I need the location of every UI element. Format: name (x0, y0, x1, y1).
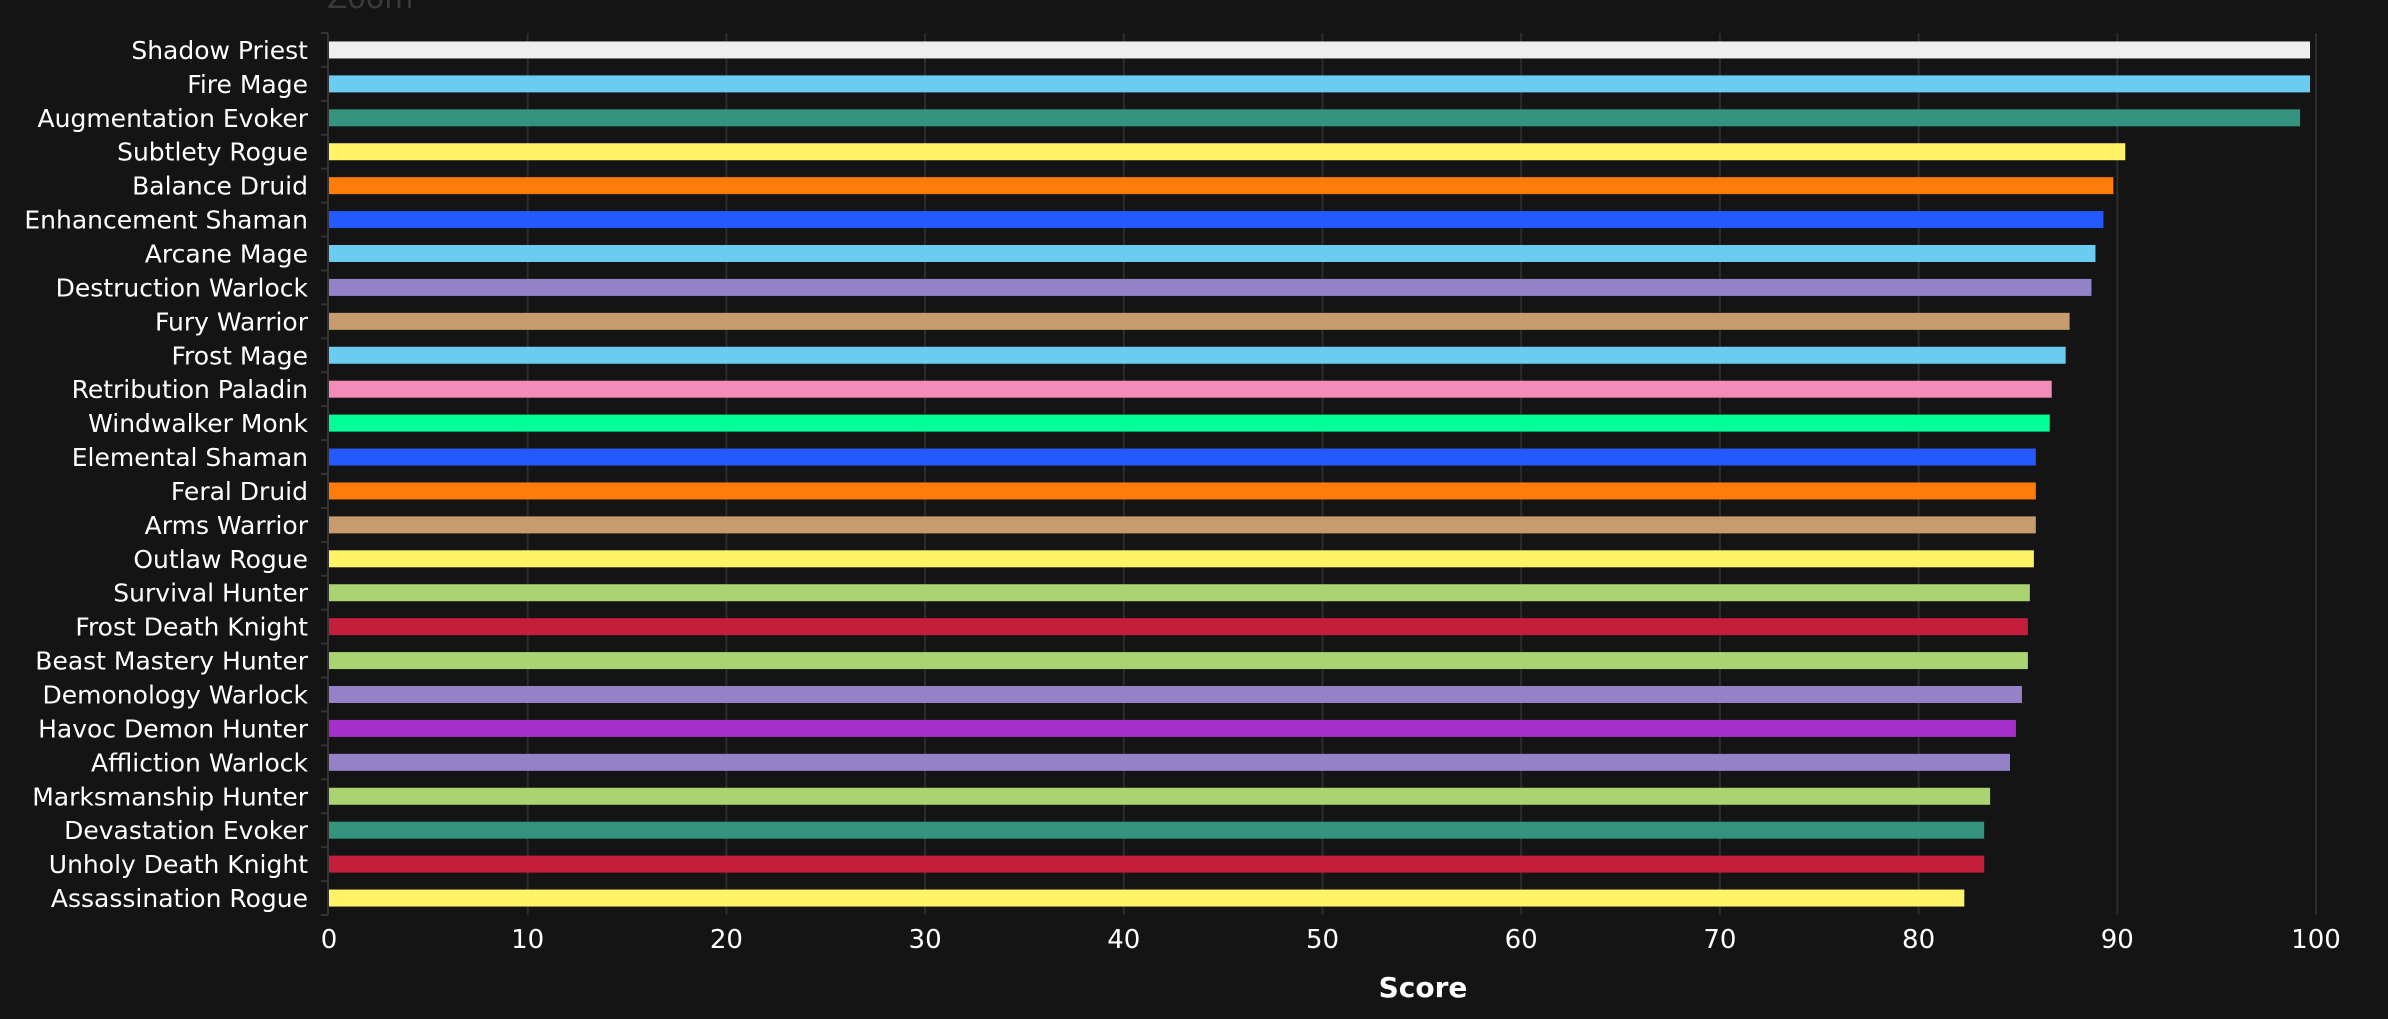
bar-fire-mage (329, 75, 2311, 93)
bar-augmentation-evoker (329, 109, 2301, 127)
y-category-label: Beast Mastery Hunter (35, 647, 308, 676)
y-category-label: Fire Mage (187, 70, 308, 99)
bar-balance-druid (329, 177, 2114, 195)
y-axis: Shadow Priest Fire Mage Augmentation Evoke… (24, 32, 329, 916)
y-category-label: Devastation Evoker (64, 816, 309, 845)
y-category-label: Augmentation Evoker (38, 104, 309, 133)
bar-elemental-shaman (329, 448, 2036, 466)
y-category-label: Elemental Shaman (72, 443, 308, 472)
bar-retribution-paladin (329, 380, 2052, 398)
y-category-label: Frost Death Knight (75, 613, 308, 642)
y-category-label: Assassination Rogue (51, 884, 308, 913)
y-category-label: Frost Mage (172, 341, 309, 370)
bar-frost-death-knight (329, 618, 2028, 636)
bar-assassination-rogue (329, 889, 1965, 907)
bar-enhancement-shaman (329, 211, 2104, 229)
y-category-label: Affliction Warlock (91, 748, 309, 777)
x-tick-label: 10 (511, 925, 544, 955)
y-category-label: Marksmanship Hunter (32, 782, 308, 811)
bar-fury-warrior (329, 312, 2070, 330)
y-category-label: Destruction Warlock (56, 273, 309, 302)
bar-arcane-mage (329, 245, 2096, 262)
y-category-label: Unholy Death Knight (49, 850, 308, 879)
x-tick-label: 0 (321, 925, 338, 955)
x-tick-label: 80 (1902, 925, 1935, 955)
bar-shadow-priest (329, 41, 2311, 59)
bar-devastation-evoker (329, 821, 1985, 839)
bars (329, 41, 2311, 907)
bar-subtlety-rogue (329, 143, 2126, 161)
y-category-label: Balance Druid (132, 172, 308, 201)
bar-survival-hunter (329, 584, 2030, 602)
x-tick-label: 60 (1505, 925, 1538, 955)
bar-destruction-warlock (329, 278, 2092, 296)
x-tick-label: 90 (2101, 925, 2134, 955)
y-category-label: Fury Warrior (155, 307, 309, 336)
y-category-label: Shadow Priest (131, 36, 308, 65)
x-tick-label: 20 (710, 925, 743, 955)
x-axis-title: Score (1379, 971, 1468, 1004)
bar-affliction-warlock (329, 753, 2011, 771)
x-tick-label: 40 (1107, 925, 1140, 955)
bar-havoc-demon-hunter (329, 719, 2016, 737)
y-category-label: Enhancement Shaman (24, 206, 308, 235)
y-category-label: Feral Druid (171, 477, 308, 506)
y-category-label: Demonology Warlock (43, 681, 309, 710)
y-category-label: Retribution Paladin (72, 375, 308, 404)
x-axis: 0 10 20 30 40 50 60 70 80 90 100 (321, 925, 2341, 955)
y-category-label: Survival Hunter (113, 579, 308, 608)
bar-beast-mastery-hunter (329, 652, 2028, 670)
bar-feral-druid (329, 482, 2036, 500)
bar-windwalker-monk (329, 414, 2050, 432)
x-tick-label: 50 (1306, 925, 1339, 955)
y-category-label: Arms Warrior (145, 511, 309, 540)
y-category-label: Subtlety Rogue (117, 138, 308, 167)
x-tick-label: 100 (2291, 925, 2341, 955)
bar-unholy-death-knight (329, 855, 1985, 873)
x-tick-label: 30 (909, 925, 942, 955)
bar-arms-warrior (329, 516, 2036, 534)
x-tick-label: 70 (1703, 925, 1736, 955)
y-category-label: Arcane Mage (145, 240, 308, 269)
y-category-label: Havoc Demon Hunter (38, 714, 309, 743)
bar-marksmanship-hunter (329, 787, 1991, 805)
bar-frost-mage (329, 346, 2066, 364)
y-category-label: Outlaw Rogue (133, 545, 308, 574)
bar-outlaw-rogue (329, 550, 2034, 568)
bar-chart: Zoom Shadow Priest Fire Mage Augmentation … (24, 0, 2341, 1004)
y-category-label: Windwalker Monk (88, 409, 308, 438)
zoom-label[interactable]: Zoom (327, 0, 413, 16)
grid-lines (526, 33, 2317, 915)
bar-demonology-warlock (329, 686, 2022, 703)
